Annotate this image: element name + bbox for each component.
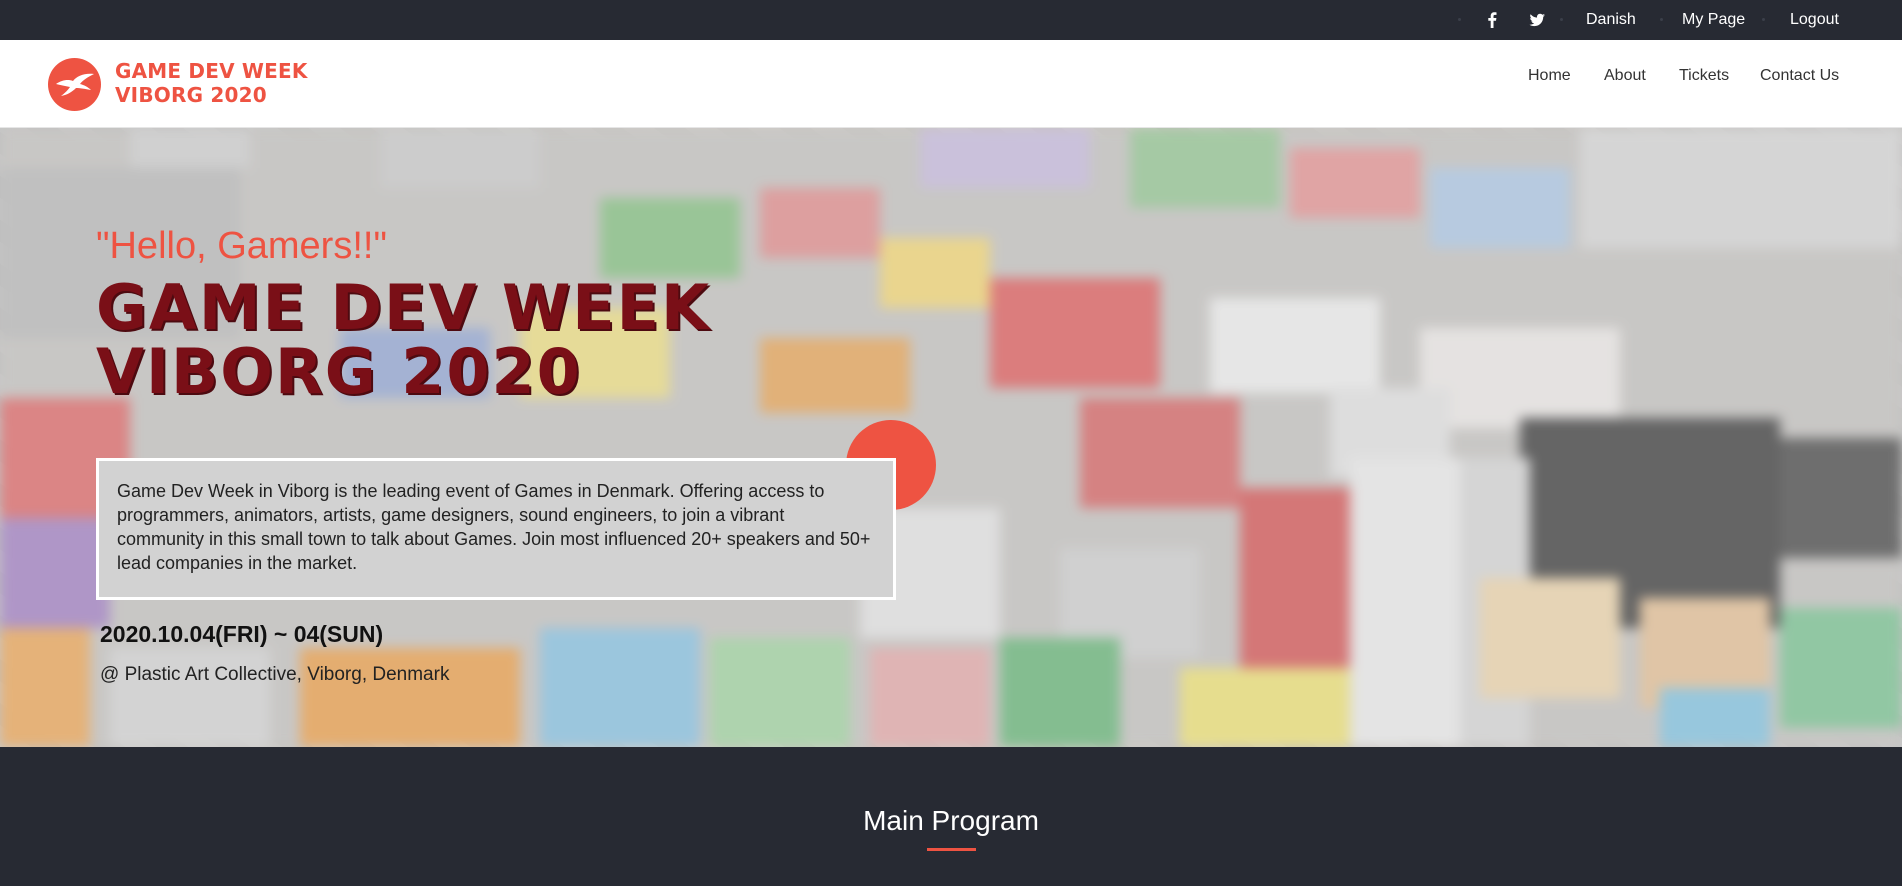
logo-line-2: VIBORG 2020 — [115, 83, 267, 107]
divider — [1560, 18, 1563, 21]
logout-link[interactable]: Logout — [1790, 0, 1839, 40]
event-description-box: Game Dev Week in Viborg is the leading e… — [96, 458, 896, 600]
hero-greeting: "Hello, Gamers!!" — [96, 225, 387, 267]
section-title-underline — [927, 848, 976, 851]
hero-title-line-2: VIBORG 2020 — [96, 335, 582, 408]
section-title: Main Program — [863, 805, 1039, 836]
logo-text: GAME DEV WEEK VIBORG 2020 — [115, 59, 308, 107]
nav-about[interactable]: About — [1604, 40, 1646, 111]
logo-line-1: GAME DEV WEEK — [115, 59, 308, 83]
hero-overlay — [0, 128, 1902, 747]
divider — [1762, 18, 1765, 21]
hero-section: "Hello, Gamers!!" GAME DEV WEEK VIBORG 2… — [0, 128, 1902, 747]
main-program-section: Main Program — [0, 747, 1902, 886]
divider — [1458, 18, 1461, 21]
language-link[interactable]: Danish — [1586, 0, 1636, 40]
top-utility-bar: Danish My Page Logout — [0, 0, 1902, 40]
event-date: 2020.10.04(FRI) ~ 04(SUN) — [100, 621, 384, 647]
nav-tickets[interactable]: Tickets — [1679, 40, 1729, 111]
hero-title-line-1: GAME DEV WEEK — [96, 271, 712, 344]
hero-title: GAME DEV WEEK VIBORG 2020 — [96, 276, 711, 404]
my-page-link[interactable]: My Page — [1682, 0, 1745, 40]
twitter-icon[interactable] — [1527, 10, 1547, 30]
event-venue: @ Plastic Art Collective, Viborg, Denmar… — [100, 664, 450, 685]
logo-bird-icon — [48, 58, 101, 111]
nav-home[interactable]: Home — [1528, 40, 1571, 111]
divider — [1660, 18, 1663, 21]
facebook-icon[interactable] — [1482, 10, 1502, 30]
site-logo[interactable]: GAME DEV WEEK VIBORG 2020 — [48, 57, 308, 111]
site-header: GAME DEV WEEK VIBORG 2020 Home About Tic… — [0, 40, 1902, 128]
nav-contact-us[interactable]: Contact Us — [1760, 40, 1839, 111]
event-description: Game Dev Week in Viborg is the leading e… — [117, 481, 871, 573]
